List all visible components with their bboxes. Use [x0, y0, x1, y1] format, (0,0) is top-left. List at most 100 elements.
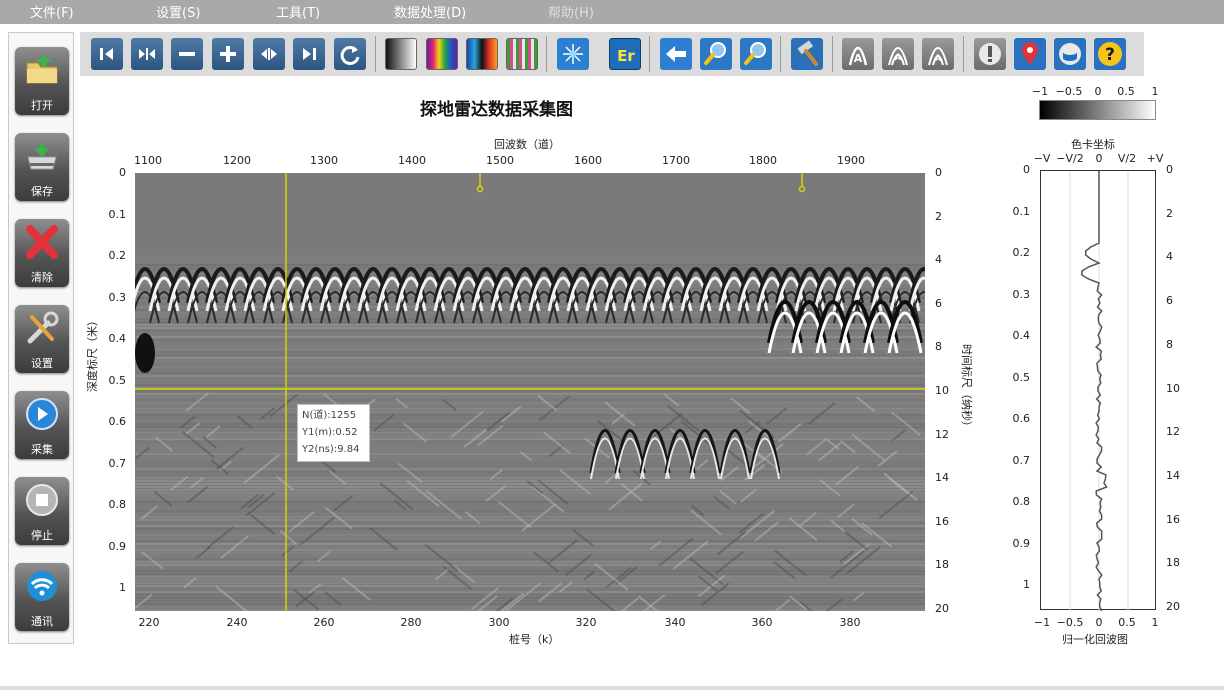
noise-band — [135, 390, 925, 392]
warning-button[interactable] — [974, 38, 1006, 70]
noise-band — [135, 465, 925, 467]
noise-band — [135, 495, 925, 497]
gpr-application-window: 文件(F) 设置(S) 工具(T) 数据处理(D) 帮助(H) 打开 保存 清除… — [0, 0, 1224, 690]
expand-button[interactable] — [253, 38, 285, 70]
menu-settings[interactable]: 设置(S) — [156, 2, 200, 21]
noise-band — [135, 543, 925, 545]
noise-band — [135, 447, 925, 449]
search-1-button[interactable] — [700, 38, 732, 70]
right-tick-label: 18 — [935, 558, 949, 572]
color-palette-button[interactable] — [466, 38, 498, 70]
grid-network-icon — [563, 44, 583, 64]
noise-band — [135, 528, 925, 530]
normalized-waveform-plot — [1040, 170, 1156, 611]
grayscale-palette-button[interactable] — [385, 38, 417, 70]
grayscale-palette-icon — [386, 39, 418, 71]
menu-help[interactable]: 帮助(H) — [548, 2, 594, 21]
compress-button[interactable] — [131, 38, 163, 70]
bottom-tick-label: 280 — [400, 616, 422, 629]
wave-bottom-tick-label: 0 — [1095, 616, 1103, 629]
noise-band — [135, 258, 925, 260]
noise-band — [135, 354, 925, 356]
hammer-icon — [797, 40, 818, 66]
help-icon: ? — [1098, 42, 1122, 66]
noise-band — [135, 324, 925, 326]
rainbow-palette-icon — [427, 39, 459, 71]
step-left-button[interactable] — [91, 38, 123, 70]
search-2-button[interactable] — [740, 38, 772, 70]
hyperbola-a-button[interactable]: A — [842, 38, 874, 70]
noise-band — [135, 375, 925, 377]
wave-top-tick-label: +V — [1146, 152, 1164, 165]
step-right-button[interactable] — [293, 38, 325, 70]
noise-band — [135, 414, 925, 416]
grid-network-button[interactable] — [557, 38, 589, 70]
bottom-tick-label: 260 — [313, 616, 335, 629]
gpr-radargram-plot[interactable] — [135, 173, 925, 611]
left-tick-label: 0.5 — [108, 373, 127, 387]
noise-band — [135, 348, 925, 350]
wave-left-tick-label: 0.9 — [1012, 536, 1031, 550]
save-button[interactable]: 保存 — [13, 131, 71, 203]
left-tick-label: 0 — [119, 166, 126, 179]
noise-band — [135, 411, 925, 413]
right-tick-label: 16 — [935, 514, 949, 528]
noise-band — [135, 588, 925, 590]
menu-file[interactable]: 文件(F) — [30, 2, 74, 21]
stop-button[interactable]: 停止 — [13, 475, 71, 547]
wave-right-tick-label: 6 — [1166, 294, 1173, 308]
noise-band — [135, 342, 925, 344]
noise-band — [135, 384, 925, 386]
rainbow-palette-button[interactable] — [426, 38, 458, 70]
noise-band — [135, 345, 925, 347]
zoom-out-button[interactable] — [171, 38, 203, 70]
wave-right-tick-label: 0 — [1166, 163, 1173, 176]
top-tick-label: 1200 — [223, 154, 251, 167]
menu-data-processing[interactable]: 数据处理(D) — [394, 2, 466, 21]
noise-band — [135, 564, 925, 566]
open-label: 打开 — [31, 99, 53, 112]
top-tick-label: 1400 — [398, 154, 426, 167]
noise-band — [135, 585, 925, 587]
settings-button[interactable]: 设置 — [13, 303, 71, 375]
er-button[interactable]: Er — [609, 38, 641, 70]
menu-tools[interactable]: 工具(T) — [276, 2, 320, 21]
hyperbola-b-button[interactable]: A — [882, 38, 914, 70]
clear-button[interactable]: 清除 — [13, 217, 71, 289]
map-pin-button[interactable] — [1014, 38, 1046, 70]
bottom-tick-label: 340 — [664, 616, 686, 629]
clear-label: 清除 — [31, 271, 53, 284]
refresh-button[interactable] — [334, 38, 366, 70]
wave-bottom-tick-label: 0.5 — [1118, 616, 1136, 629]
right-tick-label: 8 — [935, 340, 942, 354]
hyperbola-c-button[interactable]: A — [922, 38, 954, 70]
arrow-left-icon — [666, 46, 686, 62]
wave-right-tick-label: 18 — [1166, 556, 1180, 570]
database-button[interactable] — [1054, 38, 1086, 70]
noise-band — [135, 339, 925, 341]
search-2-icon — [744, 42, 766, 65]
communication-button[interactable]: 通讯 — [13, 561, 71, 633]
noise-band — [135, 438, 925, 440]
toolbar-separator — [963, 36, 964, 72]
noise-band — [135, 327, 925, 329]
hammer-button[interactable] — [791, 38, 823, 70]
open-button[interactable]: 打开 — [13, 45, 71, 117]
top-tick-label: 1600 — [574, 154, 602, 167]
right-tick-label: 12 — [935, 427, 949, 441]
wifi-icon — [27, 571, 57, 601]
wave-right-tick-label: 8 — [1166, 337, 1173, 351]
acquire-label: 采集 — [31, 443, 53, 456]
back-button[interactable] — [660, 38, 692, 70]
hyperbola-b-icon: A — [888, 47, 908, 66]
wave-left-tick-label: 1 — [1023, 578, 1030, 591]
right-tick-label: 0 — [935, 166, 942, 179]
acquire-button[interactable]: 采集 — [13, 389, 71, 461]
zoom-in-button[interactable] — [212, 38, 244, 70]
noise-band — [135, 441, 925, 443]
striped-palette-button[interactable] — [506, 38, 538, 70]
noise-band — [135, 549, 925, 551]
wave-left-tick-label: 0.1 — [1012, 204, 1031, 218]
help-button[interactable]: ? — [1094, 38, 1126, 70]
zoom-in-icon — [220, 46, 236, 62]
